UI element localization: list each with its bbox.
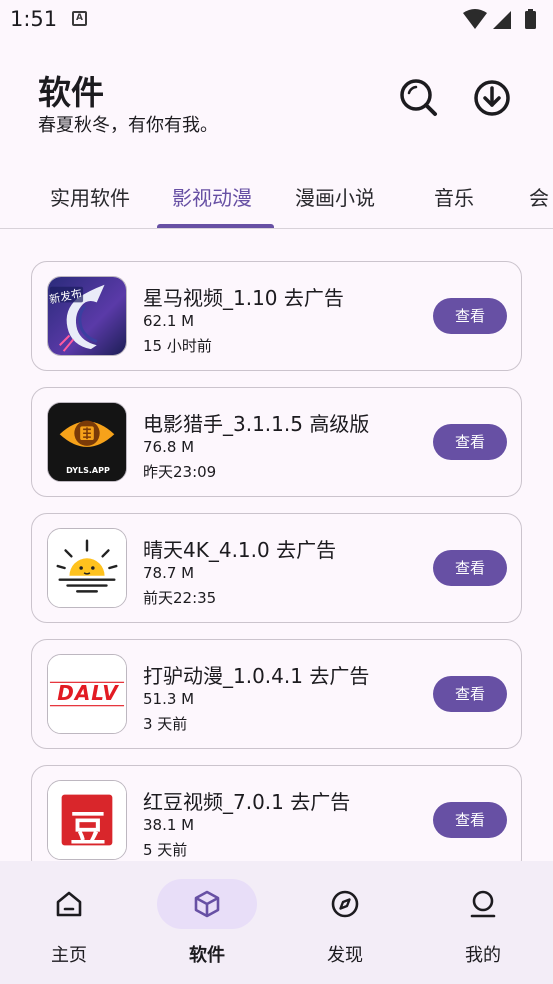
view-button[interactable]: 查看 xyxy=(433,676,507,712)
app-size: 62.1 M xyxy=(143,312,195,330)
app-name: 星马视频_1.10 去广告 xyxy=(143,286,344,310)
nav-item-home[interactable]: 主页 xyxy=(0,861,138,984)
app-card[interactable]: 新发布 星马视频_1.10 去广告 62.1 M 15 小时前 查看 xyxy=(31,261,522,371)
app-size: 78.7 M xyxy=(143,564,195,582)
view-button[interactable]: 查看 xyxy=(433,550,507,586)
view-button[interactable]: 查看 xyxy=(433,802,507,838)
cube-icon xyxy=(191,888,223,920)
page-subtitle: 春夏秋冬，有你有我。 xyxy=(38,115,218,136)
nav-label: 我的 xyxy=(465,945,501,966)
tab-music[interactable]: 音乐 xyxy=(434,182,474,211)
search-icon xyxy=(400,79,437,116)
app-updated-time: 前天22:35 xyxy=(143,589,217,607)
battery-icon xyxy=(525,9,536,29)
signal-icon xyxy=(493,11,511,29)
tab-more-partial[interactable]: 会 xyxy=(529,182,549,211)
app-card[interactable]: DALV 打驴动漫_1.0.4.1 去广告 51.3 M 3 天前 查看 xyxy=(31,639,522,749)
app-card[interactable]: 晴天4K_4.1.0 去广告 78.7 M 前天22:35 查看 xyxy=(31,513,522,623)
app-name: 晴天4K_4.1.0 去广告 xyxy=(143,538,337,562)
app-size: 76.8 M xyxy=(143,438,195,456)
tab-film-animation[interactable]: 影视动漫 xyxy=(172,182,252,211)
app-name: 打驴动漫_1.0.4.1 去广告 xyxy=(143,664,370,688)
app-list[interactable]: 新发布 星马视频_1.10 去广告 62.1 M 15 小时前 查看 DYLS.… xyxy=(0,229,553,861)
status-bar: 1:51 A xyxy=(0,0,553,40)
nav-label: 主页 xyxy=(51,945,87,966)
sunrise-icon xyxy=(47,528,127,608)
status-icons xyxy=(463,9,536,29)
app-updated-time: 5 天前 xyxy=(143,841,188,859)
person-icon xyxy=(467,888,499,920)
nav-item-discover[interactable]: 发现 xyxy=(276,861,414,984)
status-time: 1:51 xyxy=(10,7,58,31)
app-icon-badge: DYLS.APP xyxy=(66,466,110,475)
app-size: 38.1 M xyxy=(143,816,195,834)
app-updated-time: 昨天23:09 xyxy=(143,463,217,481)
nav-item-software[interactable]: 软件 xyxy=(138,861,276,984)
app-updated-time: 3 天前 xyxy=(143,715,188,733)
app-name: 电影猎手_3.1.1.5 高级版 xyxy=(143,412,370,436)
bottom-navigation: 主页 软件 发现 我的 xyxy=(0,861,553,984)
wifi-icon xyxy=(463,9,487,29)
app-icon-badge: 豆 xyxy=(69,809,106,850)
home-icon xyxy=(53,888,85,920)
download-button[interactable] xyxy=(470,76,514,120)
app-card[interactable]: DYLS.APP 电影猎手_3.1.1.5 高级版 76.8 M 昨天23:09… xyxy=(31,387,522,497)
app-card[interactable]: 豆 红豆视频_7.0.1 去广告 38.1 M 5 天前 查看 xyxy=(31,765,522,861)
tab-utility-software[interactable]: 实用软件 xyxy=(50,182,130,211)
category-tabs: 实用软件 影视动漫 漫画小说 音乐 会 xyxy=(0,170,553,229)
app-name: 红豆视频_7.0.1 去广告 xyxy=(143,790,351,814)
nav-item-mine[interactable]: 我的 xyxy=(414,861,552,984)
nav-label: 软件 xyxy=(189,945,225,966)
page-title: 软件 xyxy=(38,73,104,112)
nav-label: 发现 xyxy=(327,945,363,966)
tab-comics-novels[interactable]: 漫画小说 xyxy=(295,182,375,211)
active-tab-indicator xyxy=(157,224,274,228)
compass-icon xyxy=(329,888,361,920)
notification-a-icon: A xyxy=(72,11,87,26)
search-button[interactable] xyxy=(397,76,441,120)
view-button[interactable]: 查看 xyxy=(433,424,507,460)
app-screen: 1:51 A 软件 春夏秋冬，有你有我。 实用软件 影视动漫 漫画小说 音乐 会… xyxy=(0,0,553,984)
app-size: 51.3 M xyxy=(143,690,195,708)
download-icon xyxy=(474,80,510,116)
app-icon-badge: DALV xyxy=(57,681,119,705)
app-updated-time: 15 小时前 xyxy=(143,337,212,355)
view-button[interactable]: 查看 xyxy=(433,298,507,334)
